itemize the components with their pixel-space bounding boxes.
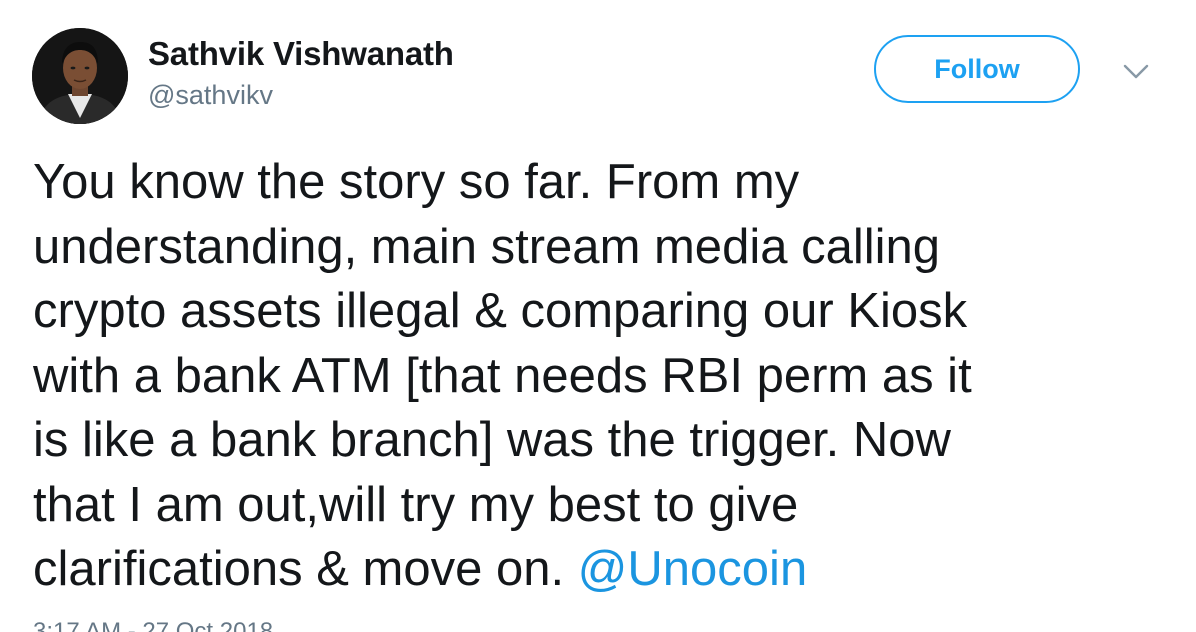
- tweet-text-line: You know the story so far. From my: [33, 155, 800, 209]
- mention-link[interactable]: @Unocoin: [578, 542, 808, 596]
- follow-button[interactable]: Follow: [874, 35, 1080, 103]
- tweet-text-line: understanding, main stream media calling: [33, 219, 940, 274]
- chevron-down-icon[interactable]: [1122, 62, 1150, 82]
- avatar-photo: [32, 28, 128, 124]
- author-name[interactable]: Sathvik Vishwanath: [148, 35, 454, 73]
- tweet-text: You know the story so far. From my under…: [33, 150, 1153, 602]
- tweet-text-last-line: clarifications & move on. @Unocoin: [33, 537, 1153, 602]
- timestamp[interactable]: 3:17 AM - 27 Oct 2018: [33, 618, 273, 632]
- tweet-card: Sathvik Vishwanath @sathvikv Follow You …: [0, 0, 1196, 632]
- tweet-text-line: with a bank ATM [that needs RBI perm as …: [33, 348, 972, 403]
- author-handle[interactable]: @sathvikv: [148, 80, 273, 111]
- tweet-text-line: crypto assets illegal & comparing our Ki…: [33, 284, 968, 338]
- tweet-text-line: is like a bank branch] was the trigger. …: [33, 413, 951, 467]
- tweet-text-line: clarifications & move on.: [33, 542, 578, 596]
- tweet-text-line: that I am out,will try my best to give: [33, 477, 799, 532]
- avatar[interactable]: [32, 28, 128, 124]
